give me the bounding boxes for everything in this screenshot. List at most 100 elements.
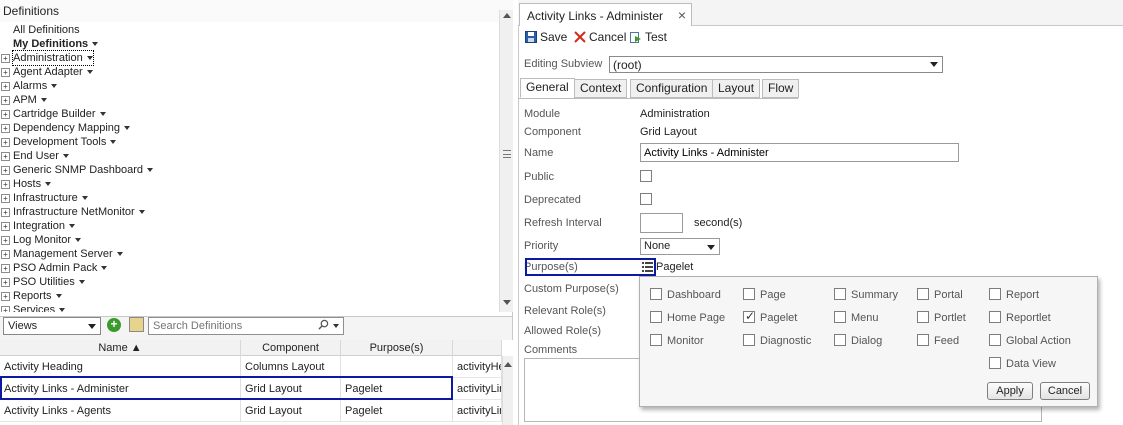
- purpose-option-checkbox[interactable]: [743, 288, 755, 300]
- chevron-down-icon[interactable]: [55, 294, 62, 298]
- purpose-option[interactable]: Data View: [989, 357, 1056, 371]
- purpose-option-checkbox[interactable]: [989, 334, 1001, 346]
- tab-context[interactable]: Context: [574, 79, 628, 98]
- expand-icon[interactable]: +: [1, 96, 10, 105]
- chevron-down-icon[interactable]: [86, 70, 93, 74]
- views-select[interactable]: Views: [3, 317, 101, 335]
- chevron-down-icon[interactable]: [75, 238, 82, 242]
- expand-icon[interactable]: +: [1, 250, 10, 259]
- tree-item[interactable]: + Agent Adapter: [0, 65, 490, 79]
- public-checkbox[interactable]: [640, 170, 652, 182]
- expand-icon[interactable]: +: [1, 54, 10, 63]
- scroll-up-icon[interactable]: [503, 13, 511, 18]
- purpose-option-checkbox[interactable]: [917, 334, 929, 346]
- purpose-option[interactable]: Page: [743, 288, 786, 302]
- chevron-down-icon[interactable]: [99, 112, 106, 116]
- purpose-option[interactable]: Feed: [917, 334, 959, 348]
- tree-item[interactable]: + Cartridge Builder: [0, 107, 490, 121]
- expand-icon[interactable]: +: [1, 166, 10, 175]
- purpose-option-checkbox[interactable]: [917, 288, 929, 300]
- close-icon[interactable]: ×: [678, 7, 686, 23]
- test-button[interactable]: Test: [630, 29, 667, 45]
- apply-button[interactable]: Apply: [987, 382, 1033, 400]
- expand-icon[interactable]: +: [1, 194, 10, 203]
- chevron-down-icon[interactable]: [138, 210, 145, 214]
- expand-icon[interactable]: +: [1, 306, 10, 312]
- tree-item[interactable]: + Generic SNMP Dashboard: [0, 163, 490, 177]
- column-header-component[interactable]: Component: [241, 340, 341, 356]
- column-header-extra[interactable]: [453, 340, 502, 356]
- purpose-option-checkbox[interactable]: [989, 288, 1001, 300]
- tree-item[interactable]: + Infrastructure: [0, 191, 490, 205]
- purpose-option[interactable]: Dialog: [834, 334, 882, 348]
- expand-icon[interactable]: +: [1, 278, 10, 287]
- deprecated-checkbox[interactable]: [640, 193, 652, 205]
- chevron-down-icon[interactable]: [92, 42, 99, 46]
- refresh-interval-field[interactable]: [640, 213, 683, 233]
- search-input[interactable]: [148, 317, 344, 335]
- scroll-down-icon[interactable]: [503, 300, 511, 305]
- table-row[interactable]: Activity Links - Agents Grid Layout Pagele…: [0, 400, 502, 422]
- purpose-option[interactable]: Global Action: [989, 334, 1071, 348]
- tab-layout[interactable]: Layout: [712, 79, 761, 98]
- tree-item[interactable]: + Dependency Mapping: [0, 121, 490, 135]
- purpose-option[interactable]: Portal: [917, 288, 963, 302]
- save-button[interactable]: Save: [525, 29, 567, 45]
- popup-cancel-button[interactable]: Cancel: [1040, 382, 1090, 400]
- purpose-option-checkbox[interactable]: [834, 334, 846, 346]
- purpose-option-checkbox[interactable]: [743, 309, 755, 323]
- tab-general[interactable]: General: [520, 78, 575, 98]
- grid-scroll-up-icon[interactable]: [504, 362, 512, 367]
- chevron-down-icon[interactable]: [110, 140, 117, 144]
- cancel-button[interactable]: Cancel: [574, 29, 626, 45]
- tab-flow[interactable]: Flow: [762, 79, 800, 98]
- purpose-option[interactable]: Reportlet: [989, 311, 1051, 325]
- tree-item[interactable]: + Log Monitor: [0, 233, 490, 247]
- chevron-down-icon[interactable]: [62, 154, 69, 158]
- purpose-option[interactable]: Diagnostic: [743, 334, 811, 348]
- purpose-option-checkbox[interactable]: [917, 311, 929, 323]
- scroll-grip-icon[interactable]: [503, 150, 511, 158]
- chevron-down-icon[interactable]: [40, 98, 47, 102]
- tree-item[interactable]: + Hosts: [0, 177, 490, 191]
- purpose-option[interactable]: Pagelet: [743, 309, 797, 325]
- tree-scrollbar[interactable]: [499, 10, 513, 312]
- expand-icon[interactable]: +: [1, 82, 10, 91]
- expand-icon[interactable]: +: [1, 180, 10, 189]
- purpose-option-checkbox[interactable]: [834, 288, 846, 300]
- purpose-option-checkbox[interactable]: [650, 334, 662, 346]
- tree-item[interactable]: + Development Tools: [0, 135, 490, 149]
- expand-icon[interactable]: +: [1, 138, 10, 147]
- purpose-option-checkbox[interactable]: [834, 311, 846, 323]
- expand-icon[interactable]: +: [1, 222, 10, 231]
- grid-scrollbar[interactable]: [502, 356, 513, 425]
- expand-icon[interactable]: +: [1, 110, 10, 119]
- tree-item[interactable]: + Services: [0, 303, 490, 312]
- chevron-down-icon[interactable]: [86, 56, 93, 60]
- search-icon[interactable]: [318, 319, 329, 330]
- chevron-down-icon[interactable]: [124, 126, 131, 130]
- tree-item[interactable]: + APM: [0, 93, 490, 107]
- chevron-down-icon[interactable]: [68, 224, 75, 228]
- tree-item[interactable]: + Reports: [0, 289, 490, 303]
- tree-item[interactable]: My Definitions: [0, 37, 490, 51]
- purpose-option[interactable]: Menu: [834, 311, 879, 325]
- chevron-down-icon[interactable]: [59, 308, 66, 312]
- tree-item[interactable]: + Integration: [0, 219, 490, 233]
- tree-item[interactable]: + Infrastructure NetMonitor: [0, 205, 490, 219]
- column-header-purpose[interactable]: Purpose(s): [341, 340, 453, 356]
- chevron-down-icon[interactable]: [51, 84, 58, 88]
- folder-icon[interactable]: [129, 317, 144, 332]
- purpose-option[interactable]: Home Page: [650, 311, 725, 325]
- chevron-down-icon[interactable]: [147, 168, 154, 172]
- purpose-option-checkbox[interactable]: [650, 288, 662, 300]
- chevron-down-icon[interactable]: [45, 182, 52, 186]
- purpose-option[interactable]: Report: [989, 288, 1039, 302]
- purpose-option-checkbox[interactable]: [989, 357, 1001, 369]
- tree-item[interactable]: + Management Server: [0, 247, 490, 261]
- expand-icon[interactable]: +: [1, 68, 10, 77]
- tree-item[interactable]: + End User: [0, 149, 490, 163]
- chevron-down-icon[interactable]: [116, 252, 123, 256]
- add-icon[interactable]: +: [107, 318, 121, 332]
- tree-item[interactable]: + PSO Utilities: [0, 275, 490, 289]
